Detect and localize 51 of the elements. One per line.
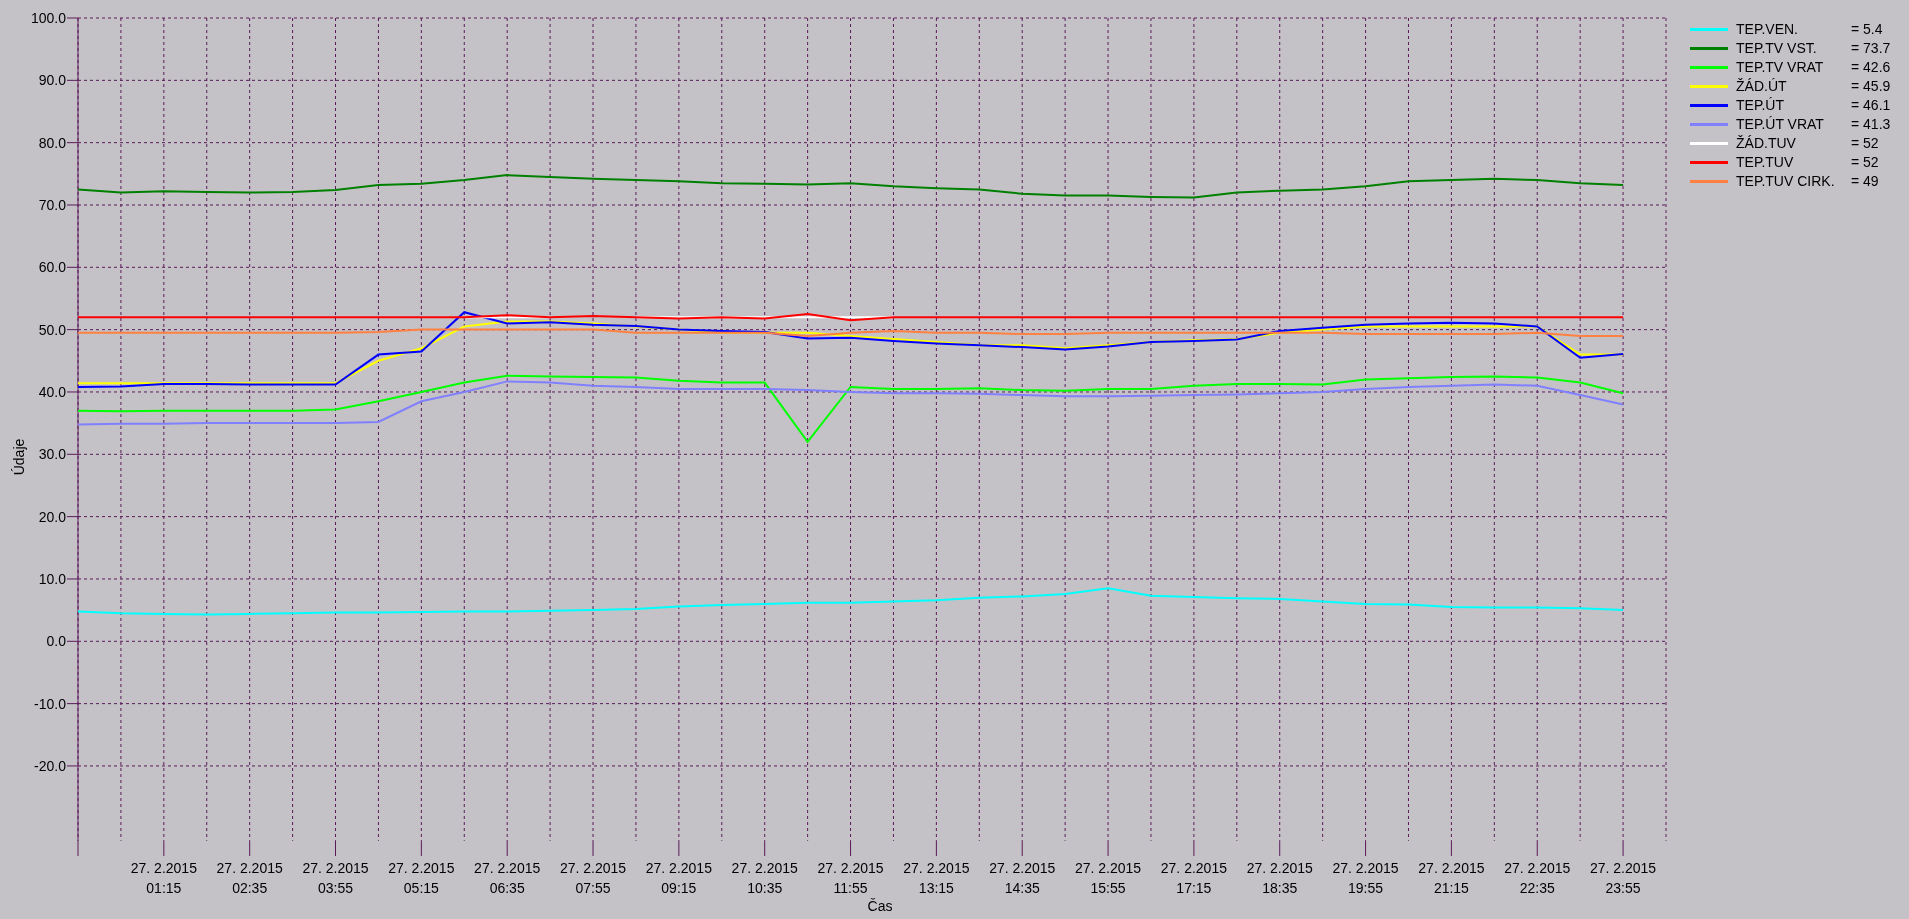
x-tick-label: 27. 2.2015 10:35 [731, 860, 798, 896]
legend-reading: = 5.4 [1851, 20, 1883, 39]
x-tick-label: 27. 2.2015 02:35 [216, 860, 283, 896]
legend-reading: = 45.9 [1851, 77, 1891, 96]
legend-reading: = 73.7 [1851, 39, 1891, 58]
x-tick-label: 27. 2.2015 09:15 [645, 860, 712, 896]
x-tick-label: 27. 2.2015 07:55 [559, 860, 627, 896]
legend-label: TEP.ÚT VRAT [1736, 115, 1825, 134]
y-tick-label: 80.0 [38, 134, 66, 151]
x-tick-label: 27. 2.2015 17:15 [1160, 860, 1227, 896]
legend-reading: = 52 [1851, 134, 1879, 153]
legend-label: TEP.VEN. [1736, 20, 1799, 39]
legend-label: TEP.TV VST. [1736, 39, 1818, 58]
y-tick-label: 40.0 [38, 384, 66, 400]
y-tick-label: -10.0 [34, 695, 66, 712]
x-tick-label: 27. 2.2015 13:15 [903, 860, 970, 896]
x-tick-label: 27. 2.2015 21:15 [1418, 860, 1485, 896]
x-tick-label: 27. 2.2015 01:15 [130, 860, 197, 896]
y-tick-label: 100.0 [30, 10, 66, 26]
y-tick-label: 50.0 [38, 321, 66, 338]
legend-label: TEP.ÚT [1736, 96, 1785, 115]
y-tick-label: 60.0 [38, 259, 66, 276]
x-tick-label: 27. 2.2015 03:55 [302, 860, 369, 896]
y-tick-label: 70.0 [38, 197, 66, 213]
x-tick-label: 27. 2.2015 18:35 [1246, 860, 1313, 896]
y-axis-title: Údaje [11, 438, 27, 476]
x-tick-label: 27. 2.2015 06:35 [474, 860, 541, 896]
legend-reading: = 41.3 [1851, 115, 1891, 134]
x-tick-label: 27. 2.2015 14:35 [989, 860, 1056, 896]
y-tick-label: 90.0 [38, 72, 66, 89]
legend-label: TEP.TUV [1736, 153, 1795, 172]
y-tick-label: 30.0 [38, 446, 66, 463]
legend-label: ŽÁD.ÚT [1736, 77, 1788, 96]
legend-label: TEP.TUV CIRK. [1736, 172, 1836, 191]
legend-reading: = 49 [1851, 172, 1879, 191]
y-tick-label: 10.0 [38, 570, 66, 587]
y-tick-label: 0.0 [46, 633, 66, 650]
legend-reading: = 42.6 [1851, 58, 1891, 77]
x-tick-label: 27. 2.2015 22:35 [1504, 860, 1571, 896]
x-tick-label: 27. 2.2015 19:55 [1332, 860, 1399, 896]
x-tick-label: 27. 2.2015 23:55 [1590, 860, 1657, 896]
legend-reading: = 52 [1851, 153, 1879, 172]
x-tick-label: 27. 2.2015 05:15 [388, 860, 455, 896]
y-tick-label: -20.0 [34, 757, 66, 774]
x-tick-label: 27. 2.2015 15:55 [1074, 860, 1142, 896]
legend-label: ŽÁD.TUV [1736, 134, 1797, 153]
x-axis-title: Čas [867, 898, 893, 914]
legend-reading: = 46.1 [1851, 96, 1891, 115]
legend-label: TEP.TV VRAT [1736, 58, 1825, 77]
x-tick-label: 27. 2.2015 11:55 [817, 860, 884, 896]
y-tick-label: 20.0 [38, 508, 66, 525]
